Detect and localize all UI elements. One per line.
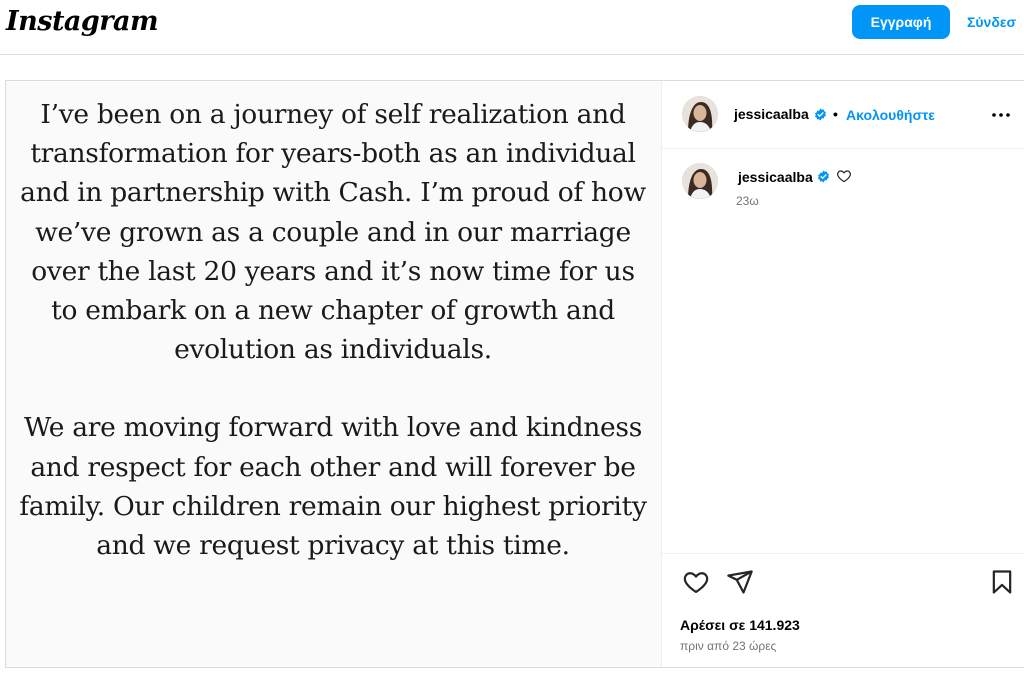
statement-paragraph-1: I’ve been on a journey of self realizati…: [20, 99, 646, 366]
statement-paragraph-2: We are moving forward with love and kind…: [19, 412, 647, 562]
caption-avatar[interactable]: [682, 163, 718, 199]
follow-button[interactable]: Ακολουθήστε: [846, 107, 935, 123]
post-container: I’ve been on a journey of self realizati…: [5, 80, 1024, 668]
author-avatar[interactable]: [682, 96, 718, 132]
post-side-panel: jessicaalba • Ακολουθήστε jessicaalba 23…: [662, 81, 1024, 667]
more-options-icon[interactable]: [989, 103, 1013, 127]
post-actions-section: Αρέσει σε 141.923 πριν από 23 ώρες: [662, 553, 1024, 668]
login-link[interactable]: Σύνδεσ: [967, 14, 1016, 30]
post-header: jessicaalba • Ακολουθήστε: [662, 81, 1024, 149]
caption-username[interactable]: jessicaalba: [738, 169, 813, 185]
bookmark-icon[interactable]: [988, 568, 1016, 596]
signup-button[interactable]: Εγγραφή: [852, 5, 950, 39]
likes-count[interactable]: Αρέσει σε 141.923: [680, 617, 800, 633]
comment-like-heart-icon[interactable]: [836, 168, 852, 184]
paper-plane-icon[interactable]: [726, 568, 754, 596]
instagram-logo[interactable]: Instagram: [6, 6, 159, 37]
post-media-image[interactable]: I’ve been on a journey of self realizati…: [6, 81, 662, 667]
media-statement-text: I’ve been on a journey of self realizati…: [18, 95, 648, 565]
header-separator: •: [833, 106, 838, 122]
post-timestamp[interactable]: πριν από 23 ώρες: [680, 639, 776, 653]
heart-icon[interactable]: [682, 568, 710, 596]
verified-badge-icon: [818, 170, 829, 183]
caption-timestamp: 23ω: [736, 194, 759, 208]
author-username[interactable]: jessicaalba: [734, 106, 809, 122]
top-navigation-bar: Instagram Εγγραφή Σύνδεσ: [0, 0, 1024, 55]
verified-badge-icon: [815, 108, 826, 121]
